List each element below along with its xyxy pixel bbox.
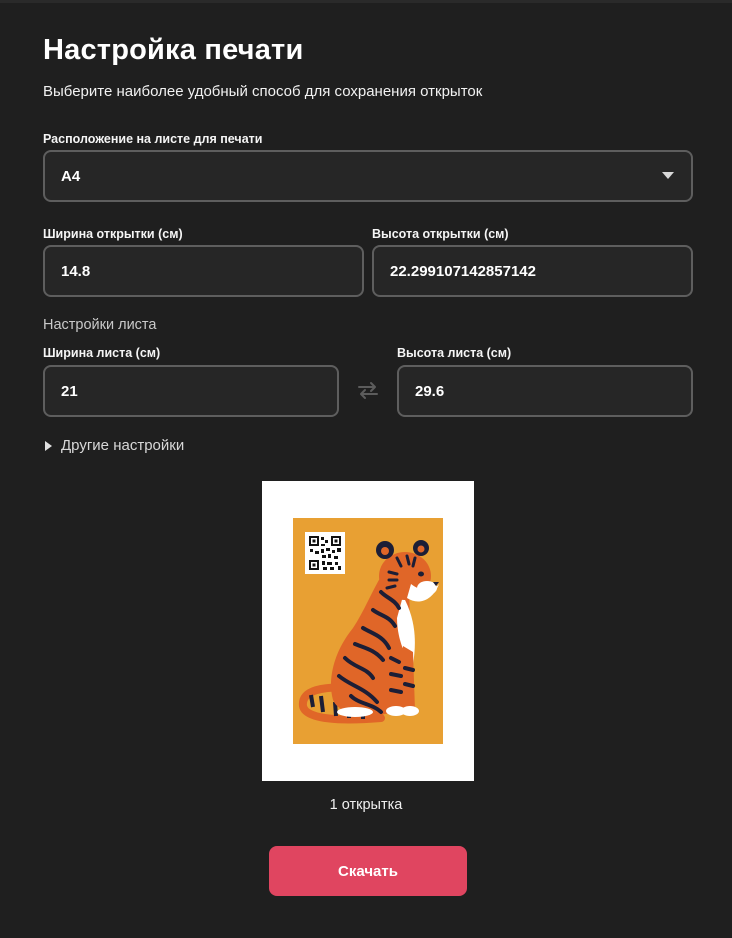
- card-width-value: 14.8: [61, 262, 91, 280]
- card-width-input[interactable]: 14.8: [43, 245, 364, 297]
- layout-select-label: Расположение на листе для печати: [43, 132, 263, 146]
- card-height-label: Высота открытки (см): [372, 227, 509, 241]
- postcard-count: 1 открытка: [329, 797, 403, 813]
- triangle-right-icon: [45, 440, 52, 451]
- sheet-width-value: 21: [61, 382, 78, 400]
- other-settings-label: Другие настройки: [61, 437, 185, 454]
- caret-down-icon: [662, 172, 674, 179]
- page-subtitle: Выберите наиболее удобный способ для сох…: [43, 83, 483, 100]
- top-divider: [0, 0, 732, 3]
- card-height-value: 22.299107142857142: [390, 262, 536, 280]
- postcard-preview: [293, 518, 443, 744]
- layout-select[interactable]: A4: [43, 150, 693, 202]
- sheet-height-value: 29.6: [415, 382, 445, 400]
- swap-arrows-icon[interactable]: [356, 379, 380, 401]
- download-button[interactable]: Скачать: [269, 846, 467, 896]
- qr-code: [305, 532, 345, 574]
- sheet-settings-heading: Настройки листа: [43, 317, 157, 333]
- card-width-label: Ширина открытки (см): [43, 227, 183, 241]
- card-height-input[interactable]: 22.299107142857142: [372, 245, 693, 297]
- sheet-width-input[interactable]: 21: [43, 365, 339, 417]
- sheet-height-input[interactable]: 29.6: [397, 365, 693, 417]
- other-settings-toggle[interactable]: Другие настройки: [45, 437, 184, 454]
- layout-select-value: A4: [61, 167, 81, 185]
- sheet-height-label: Высота листа (см): [397, 346, 512, 360]
- sheet-width-label: Ширина листа (см): [43, 346, 161, 360]
- print-sheet-preview: [262, 481, 474, 781]
- page-title: Настройка печати: [43, 34, 304, 66]
